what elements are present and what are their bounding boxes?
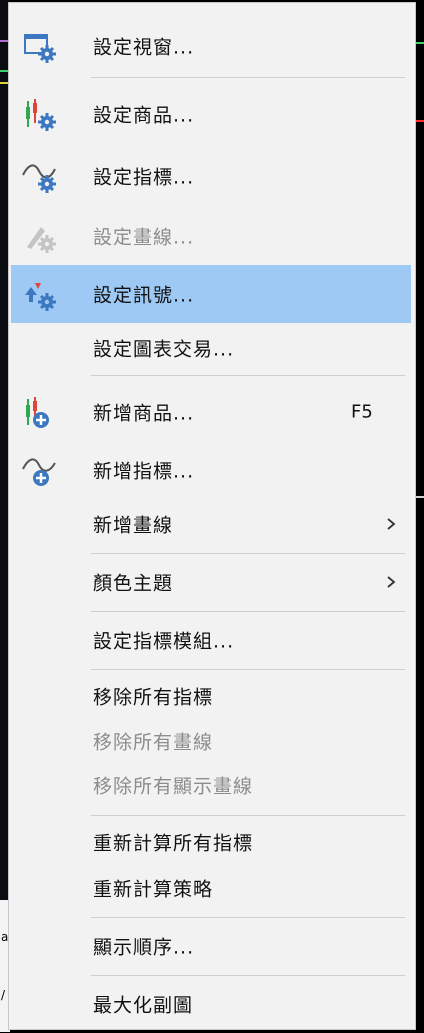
drawing-settings-icon [27, 227, 56, 253]
chevron-right-icon [387, 518, 396, 530]
background-chart-right [416, 0, 424, 1032]
menu-item-symbol-settings[interactable]: 設定商品... [11, 85, 411, 143]
menu-item-color-theme[interactable]: 顏色主題 [11, 553, 411, 611]
menu-item-label: 顏色主題 [93, 572, 174, 595]
menu-item-remove-all-visible-drawings[interactable]: 移除所有顯示畫線 [11, 763, 411, 807]
menu-item-remove-all-indicators[interactable]: 移除所有指標 [11, 673, 411, 719]
chevron-right-icon [387, 576, 396, 588]
symbol-settings-icon [26, 99, 56, 131]
menu-item-remove-all-drawings[interactable]: 移除所有畫線 [11, 719, 411, 763]
menu-item-window-settings[interactable]: 設定視窗... [11, 17, 411, 75]
menu-item-label: 設定訊號... [93, 284, 195, 307]
menu-item-add-indicator[interactable]: 新增指標... [11, 441, 411, 499]
menu-item-label: 新增指標... [93, 460, 195, 483]
menu-item-drawing-settings[interactable]: 設定畫線... [11, 207, 411, 265]
menu-item-label: 設定指標模組... [93, 630, 235, 653]
menu-item-label: 設定畫線... [93, 226, 195, 249]
menu-item-label: 移除所有畫線 [93, 731, 214, 754]
add-symbol-icon [26, 397, 49, 428]
menu-item-maximize-subchart[interactable]: 最大化副圖 [11, 975, 411, 1033]
menu-separator [91, 669, 405, 670]
menu-item-indicator-module-settings[interactable]: 設定指標模組... [11, 611, 411, 669]
menu-item-label: 設定視窗... [93, 36, 195, 59]
menu-item-recalculate-all-indicators[interactable]: 重新計算所有指標 [11, 819, 411, 865]
menu-separator [91, 77, 405, 78]
menu-item-display-order[interactable]: 顯示順序... [11, 917, 411, 975]
menu-item-label: 新增商品... [93, 402, 195, 425]
menu-item-recalculate-strategy[interactable]: 重新計算策略 [11, 865, 411, 911]
background-separator [416, 496, 424, 498]
indicator-settings-icon [22, 164, 56, 193]
add-indicator-icon [22, 458, 56, 486]
menu-item-label: 最大化副圖 [93, 994, 194, 1017]
signal-settings-icon [25, 283, 56, 311]
menu-separator [91, 815, 405, 816]
menu-item-signal-settings[interactable]: 設定訊號... [11, 265, 411, 323]
menu-item-label: 顯示順序... [93, 936, 195, 959]
context-menu: 設定視窗... 設定商品... 設定指標... 設定畫線... 設定訊號... … [8, 2, 416, 1030]
menu-item-label: 移除所有指標 [93, 686, 214, 709]
menu-item-chart-trading-settings[interactable]: 設定圖表交易... [11, 319, 411, 377]
shortcut-label: F5 [351, 401, 373, 423]
menu-item-add-drawing[interactable]: 新增畫線 [11, 495, 411, 553]
menu-item-label: 重新計算所有指標 [93, 832, 254, 855]
menu-item-label: 重新計算策略 [93, 878, 214, 901]
menu-item-label: 設定圖表交易... [93, 338, 235, 361]
menu-item-label: 設定商品... [93, 104, 195, 127]
window-settings-icon [24, 34, 56, 63]
menu-separator [91, 375, 405, 376]
menu-item-label: 新增畫線 [93, 514, 174, 537]
menu-item-indicator-settings[interactable]: 設定指標... [11, 147, 411, 205]
menu-item-label: 移除所有顯示畫線 [93, 775, 254, 798]
menu-item-add-symbol[interactable]: 新增商品... F5 [11, 383, 411, 441]
menu-item-label: 設定指標... [93, 166, 195, 189]
